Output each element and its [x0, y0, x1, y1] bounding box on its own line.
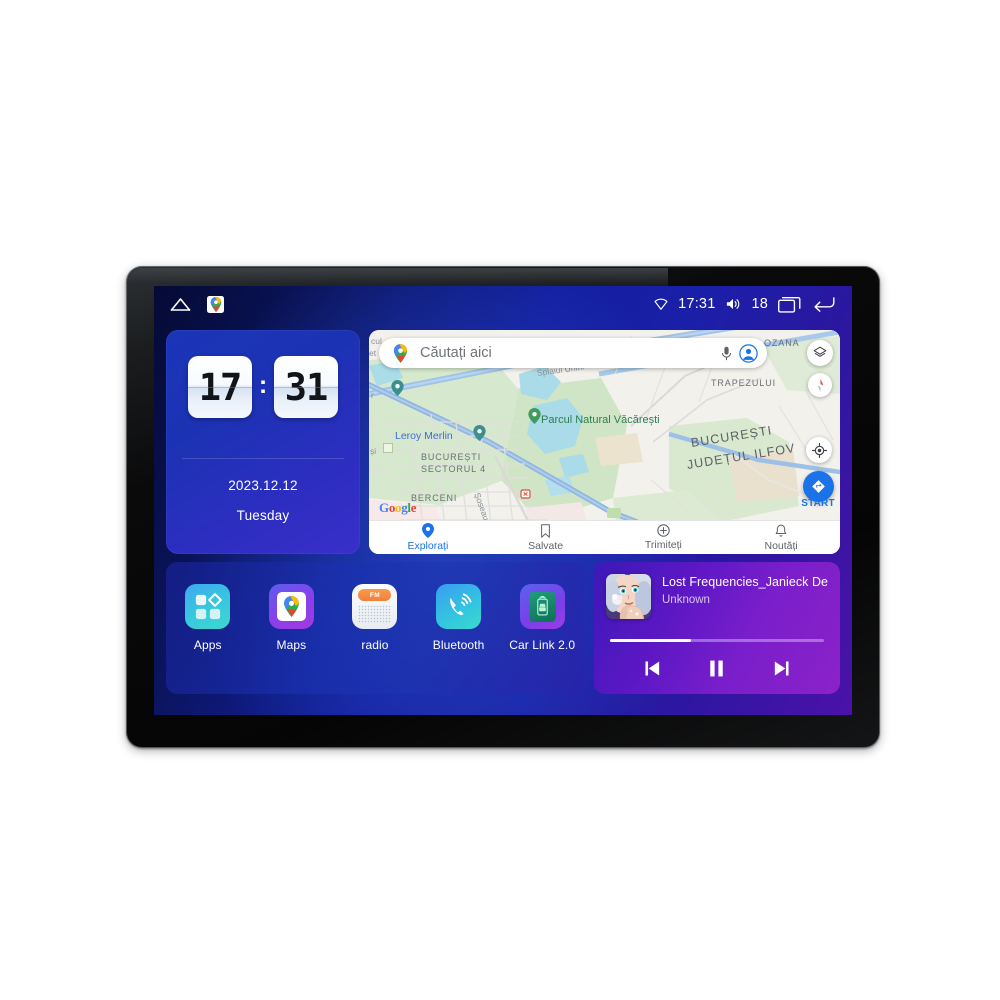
map-poi-pin-icon — [473, 425, 486, 441]
pause-icon — [710, 660, 724, 676]
radio-fm-band: FM — [358, 589, 392, 601]
my-location-button[interactable] — [806, 437, 832, 463]
volume-level: 18 — [751, 296, 768, 312]
account-avatar-icon[interactable] — [737, 343, 759, 363]
clock-minutes: 31 — [284, 365, 329, 409]
map-store-icon — [383, 443, 393, 453]
clock-date: 2023.12.12 — [228, 478, 298, 493]
my-location-icon — [811, 442, 827, 458]
clock-hours-card: 17 — [188, 356, 252, 418]
maps-icon-inner — [276, 592, 306, 621]
flip-clock: 17 : 31 — [166, 356, 360, 418]
dock-item-label: Apps — [193, 638, 222, 652]
send-plus-icon — [657, 524, 670, 537]
bluetooth-phone-icon — [436, 584, 482, 629]
device-screen: 17:31 18 17: 31 2023.12.12 Tuesday OZAN… — [154, 286, 852, 715]
map-compass-button[interactable] — [808, 373, 832, 397]
clock-separator: : — [258, 370, 268, 399]
maps-widget[interactable]: OZANA TRAPEZULUI Splaiul Unirii Parcul Natu… — [369, 330, 840, 554]
map-tab-send[interactable]: Trimiteți — [605, 521, 723, 554]
dock-item-label: Bluetooth — [432, 638, 485, 652]
compass-icon — [817, 378, 823, 392]
location-pin-icon — [421, 523, 434, 538]
google-maps-icon — [268, 584, 314, 629]
dock-item-label: Maps — [276, 638, 307, 652]
status-bar: 17:31 18 — [154, 286, 852, 322]
carlink-icon-inner — [528, 591, 556, 622]
player-controls — [594, 653, 840, 683]
map-start-label: START — [801, 498, 835, 509]
map-tab-label: Noutăți — [764, 539, 798, 552]
map-tab-label: Salvate — [528, 539, 564, 552]
status-time: 17:31 — [678, 296, 716, 312]
dock-item-label: Car Link 2.0 — [509, 638, 576, 652]
bookmark-icon — [541, 523, 551, 538]
map-tab-label: Trimiteți — [644, 539, 682, 551]
clock-minutes-card: 31 — [274, 356, 338, 418]
track-artist: Unknown — [662, 594, 710, 606]
map-tab-updates[interactable]: Noutăți — [722, 521, 840, 554]
playback-progress-bar[interactable] — [610, 639, 824, 642]
skip-previous-icon — [645, 660, 659, 676]
map-park-pin-icon — [528, 408, 541, 424]
radio-fm-label: FM — [369, 591, 381, 599]
dock-item-label: radio — [361, 638, 389, 652]
track-metadata: Lost Frequencies_Janieck Devy-... Unknow… — [662, 574, 828, 606]
clock-hours: 17 — [198, 365, 243, 409]
map-search-placeholder[interactable]: Căutați aici — [411, 345, 715, 361]
apps-grid-icon — [185, 584, 231, 629]
map-poi-pin-icon — [391, 380, 404, 396]
play-pause-button[interactable] — [700, 653, 734, 683]
radio-speaker-grille — [358, 605, 392, 623]
volume-icon[interactable] — [725, 297, 741, 311]
app-dock: Apps Maps FM radio Bluetooth Car Link 2.… — [166, 562, 584, 694]
bell-icon — [775, 524, 787, 537]
recents-icon[interactable] — [778, 296, 802, 313]
dock-item-apps[interactable]: Apps — [172, 584, 244, 652]
back-arrow-icon[interactable] — [812, 296, 836, 312]
clock-weekday: Tuesday — [236, 508, 290, 523]
map-layers-button[interactable] — [807, 340, 833, 366]
player-header: Lost Frequencies_Janieck Devy-... Unknow… — [594, 562, 840, 619]
car-head-unit-device: 17:31 18 17: 31 2023.12.12 Tuesday OZAN… — [126, 266, 880, 748]
skip-previous-button[interactable] — [635, 653, 669, 683]
map-tab-label: Explorați — [407, 540, 449, 552]
wifi-icon — [654, 297, 668, 311]
map-search-bar[interactable]: Căutați aici — [379, 338, 767, 368]
map-tab-saved[interactable]: Salvate — [487, 521, 605, 554]
playback-progress-fill — [610, 639, 692, 642]
home-icon[interactable] — [170, 297, 191, 312]
track-title: Lost Frequencies_Janieck Devy-... — [662, 575, 828, 589]
skip-next-icon — [774, 660, 789, 676]
album-art-portrait — [606, 574, 651, 619]
clock-divider — [182, 458, 344, 459]
dock-item-maps[interactable]: Maps — [255, 584, 327, 652]
map-bottom-tabs: Explorați Salvate Trimiteți Noutăți — [369, 520, 840, 554]
fm-radio-icon: FM — [352, 584, 398, 629]
google-maps-pin-icon — [389, 343, 411, 363]
navigation-arrow-icon — [812, 480, 825, 493]
dock-item-bluetooth[interactable]: Bluetooth — [423, 584, 495, 652]
dock-item-radio[interactable]: FM radio — [339, 584, 411, 652]
google-maps-pin-icon[interactable] — [207, 295, 224, 313]
map-tab-explore[interactable]: Explorați — [369, 521, 487, 554]
microphone-icon[interactable] — [715, 346, 737, 361]
car-link-phone-icon — [519, 584, 565, 629]
dock-item-carlink[interactable]: Car Link 2.0 — [506, 584, 578, 652]
clock-widget[interactable]: 17 : 31 2023.12.12 Tuesday — [166, 330, 360, 554]
media-player-widget[interactable]: Lost Frequencies_Janieck Devy-... Unknow… — [594, 562, 840, 694]
skip-next-button[interactable] — [765, 653, 799, 683]
google-attribution-logo: Google — [379, 500, 417, 515]
map-layers-icon — [813, 346, 827, 357]
